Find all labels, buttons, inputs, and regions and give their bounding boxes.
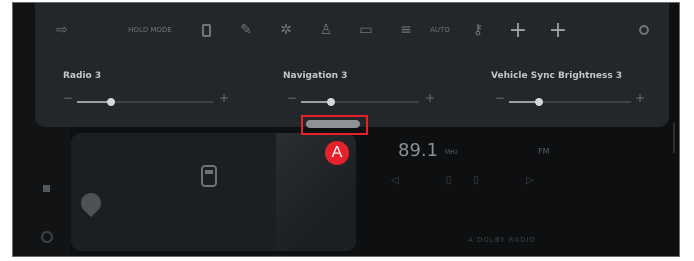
radio-unit: MHz <box>445 149 458 156</box>
topbar: ⇨ HOLD MODE ✎ ✲ ♙ ▭ ≡ AUTO ⚷ + + <box>35 13 669 47</box>
slider-plus-brightness[interactable]: + <box>635 91 645 105</box>
stop-icon[interactable] <box>43 185 50 192</box>
slider-label-radio: Radio 3 <box>63 71 102 81</box>
settings-icon[interactable] <box>631 13 657 47</box>
control-panel: ⇨ HOLD MODE ✎ ✲ ♙ ▭ ≡ AUTO ⚷ + + Radio 3… <box>35 3 669 127</box>
plus-icon[interactable]: + <box>505 13 531 47</box>
seat-icon[interactable]: ♙ <box>313 13 339 47</box>
slider-label-brightness: Vehicle Sync Brightness 3 <box>491 71 623 81</box>
slider-track-radio[interactable] <box>77 98 213 106</box>
handle-highlight-box <box>301 115 368 135</box>
slider-label-navigation: Navigation 3 <box>283 71 348 81</box>
cast-icon[interactable]: ⇨ <box>49 13 75 47</box>
phone-icon[interactable] <box>193 13 219 47</box>
radio-footer: A DOLBY RADIO <box>468 236 537 244</box>
gear-icon[interactable] <box>41 231 53 243</box>
auto-button[interactable]: AUTO <box>417 13 463 47</box>
slider-minus-brightness[interactable]: − <box>495 91 505 105</box>
slider-thumb-radio[interactable] <box>107 98 115 106</box>
car-icon <box>201 165 217 187</box>
slider-thumb-navigation[interactable] <box>327 98 335 106</box>
edge-marker <box>673 123 675 153</box>
slider-minus-navigation[interactable]: − <box>287 91 297 105</box>
slider-track-brightness[interactable] <box>509 98 631 106</box>
slider-thumb-brightness[interactable] <box>535 98 543 106</box>
radio-band: FM <box>538 147 550 156</box>
key-icon[interactable]: ⚷ <box>465 13 491 47</box>
pen-icon[interactable]: ✎ <box>233 13 259 47</box>
slider-plus-navigation[interactable]: + <box>425 91 435 105</box>
hold-mode-button[interactable]: HOLD MODE <box>127 13 173 47</box>
slider-minus-radio[interactable]: − <box>63 91 73 105</box>
slider-track-navigation[interactable] <box>301 98 419 106</box>
fan-icon[interactable]: ✲ <box>273 13 299 47</box>
callout-badge: A <box>325 141 349 165</box>
list-icon[interactable]: ≡ <box>393 13 419 47</box>
screen-icon[interactable]: ▭ <box>353 13 379 47</box>
vehicle-card[interactable] <box>71 133 356 251</box>
slider-plus-radio[interactable]: + <box>219 91 229 105</box>
radio-frequency: 89.1 <box>398 140 439 161</box>
radio-controls[interactable]: ◁ ▯▯ ▷ <box>391 175 556 186</box>
plus-icon[interactable]: + <box>545 13 571 47</box>
slider-fill-radio <box>77 101 111 103</box>
